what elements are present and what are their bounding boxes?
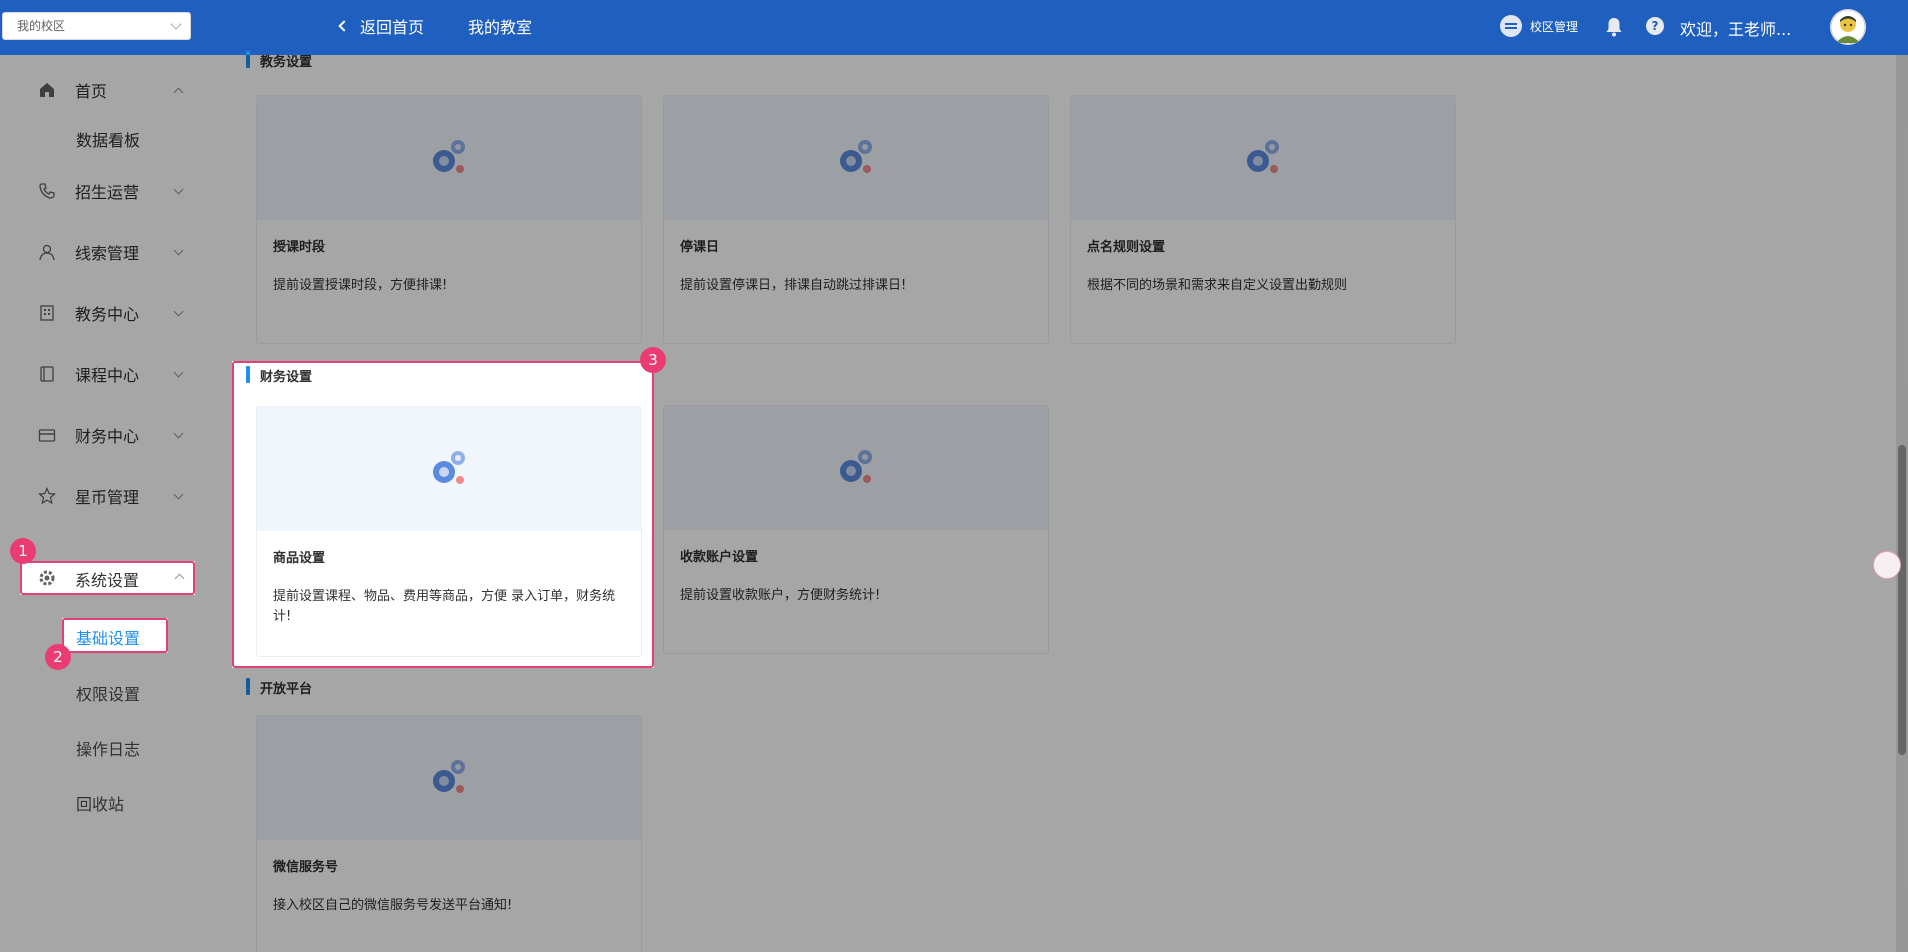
chevron-left-icon xyxy=(338,20,350,32)
swap-icon xyxy=(1500,15,1522,37)
campus-select[interactable]: 我的校区 xyxy=(2,12,191,40)
campus-select-value: 我的校区 xyxy=(17,19,66,33)
back-home-label: 返回首页 xyxy=(360,18,425,37)
welcome-text[interactable]: 欢迎，王老师... xyxy=(1680,16,1791,40)
sidebar-item-operation-log[interactable]: 操作日志 xyxy=(76,736,140,760)
highlight-frame xyxy=(20,561,195,595)
step-badge-1: 1 xyxy=(10,538,36,564)
user-avatar-icon xyxy=(1830,9,1866,45)
translate-icon[interactable] xyxy=(1873,551,1901,579)
top-navigation-bar: 我的校区 返回首页 我的教室 校区管理 ? 欢迎，王老师... xyxy=(0,0,1908,55)
help-icon[interactable]: ? xyxy=(1646,17,1664,35)
campus-management-label: 校区管理 xyxy=(1530,19,1579,34)
chevron-down-icon xyxy=(170,18,182,30)
highlight-frame xyxy=(232,361,654,668)
step-badge-2: 2 xyxy=(45,644,71,670)
highlight-frame xyxy=(62,618,168,653)
sidebar-item-permissions[interactable]: 权限设置 xyxy=(76,681,140,705)
avatar[interactable] xyxy=(1830,9,1866,45)
my-classroom-link[interactable]: 我的教室 xyxy=(468,14,532,38)
campus-management-button[interactable]: 校区管理 xyxy=(1500,15,1578,37)
sidebar-item-recycle-bin[interactable]: 回收站 xyxy=(76,791,124,815)
step-badge-3: 3 xyxy=(640,347,666,373)
bell-icon[interactable] xyxy=(1605,17,1623,37)
back-home-link[interactable]: 返回首页 xyxy=(338,14,425,38)
